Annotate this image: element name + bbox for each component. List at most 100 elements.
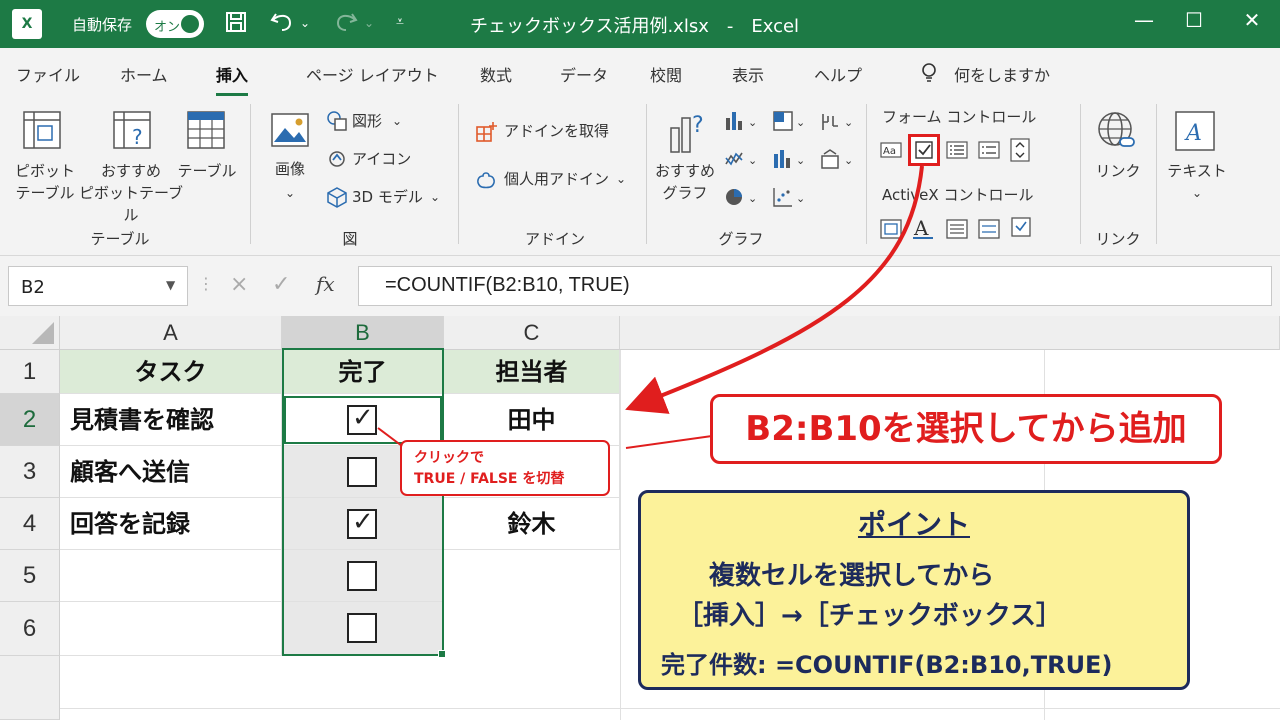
tab-view[interactable]: 表示 [732, 62, 764, 86]
link-globe-icon[interactable] [1096, 110, 1138, 156]
customize-toolbar-icon[interactable]: ⩡ [396, 14, 404, 30]
recommended-pivot-label[interactable]: おすすめ ピボットテーブル [78, 160, 184, 226]
checkbox-b2[interactable]: ✓ [347, 403, 377, 435]
row-header-6[interactable]: 6 [0, 602, 60, 656]
row-header-7[interactable] [0, 656, 60, 720]
redo-icon[interactable] [332, 10, 358, 39]
maximize-icon[interactable]: ☐ [1178, 8, 1210, 32]
recommended-charts-icon[interactable]: ? [668, 110, 710, 158]
text-box-icon[interactable]: A [1174, 110, 1216, 156]
form-spinner-control-icon[interactable] [1010, 138, 1030, 166]
minimize-icon[interactable]: — [1128, 8, 1160, 32]
activex-more-controls-icon[interactable] [1010, 216, 1034, 244]
form-listbox-control-icon[interactable] [946, 140, 968, 164]
activex-listbox-icon[interactable] [946, 218, 968, 244]
cell-a4[interactable]: 回答を記録 [60, 498, 282, 550]
my-addins-label[interactable]: 個人用アドイン [504, 168, 609, 190]
column-header-a[interactable]: A [60, 316, 282, 350]
shapes-label[interactable]: 図形 [352, 110, 382, 132]
tab-help[interactable]: ヘルプ [814, 62, 862, 86]
image-label[interactable]: 画像 [266, 158, 314, 180]
statistic-chart-icon[interactable]: ⌄ [772, 148, 806, 174]
column-header-extra[interactable] [620, 316, 1280, 350]
redo-dropdown-icon[interactable]: ⌄ [364, 16, 374, 30]
cell-c4[interactable]: 鈴木 [444, 498, 620, 550]
cell-a5[interactable] [60, 550, 282, 602]
checkbox-b6[interactable] [347, 613, 377, 643]
tell-me-search[interactable]: 何をしますか [954, 62, 1050, 86]
my-addins-dropdown-icon[interactable]: ⌄ [616, 168, 626, 190]
column-header-b[interactable]: B [282, 316, 444, 350]
column-chart-icon[interactable]: ⌄ [724, 110, 758, 136]
my-addins-icon[interactable] [474, 168, 498, 196]
table-label[interactable]: テーブル [176, 160, 238, 182]
select-all-corner[interactable] [0, 316, 60, 350]
row-header-3[interactable]: 3 [0, 446, 60, 498]
row-header-5[interactable]: 5 [0, 550, 60, 602]
tab-page-layout[interactable]: ページ レイアウト [306, 62, 439, 86]
pie-chart-icon[interactable]: ⌄ [724, 186, 758, 212]
image-icon[interactable] [270, 112, 310, 152]
excel-app-icon[interactable]: X [12, 9, 42, 39]
line-chart-icon[interactable]: ⌄ [724, 148, 758, 174]
lightbulb-icon[interactable] [920, 62, 938, 88]
insert-function-icon[interactable]: fx [316, 272, 335, 296]
icons-icon[interactable] [326, 148, 348, 174]
close-icon[interactable]: ✕ [1236, 8, 1268, 32]
pivot-table-label[interactable]: ピボット テーブル [12, 160, 78, 204]
recommended-pivot-icon[interactable]: ? [112, 110, 152, 154]
checkbox-b5[interactable] [347, 561, 377, 591]
link-label[interactable]: リンク [1094, 160, 1142, 182]
form-checkbox-control-icon[interactable] [908, 134, 940, 170]
undo-dropdown-icon[interactable]: ⌄ [300, 16, 310, 30]
row-header-4[interactable]: 4 [0, 498, 60, 550]
get-addins-icon[interactable] [474, 120, 498, 148]
name-box[interactable]: B2 [8, 266, 188, 306]
tab-file[interactable]: ファイル [16, 62, 80, 86]
form-label-control-icon[interactable]: Aa [880, 140, 902, 164]
activex-button-icon[interactable] [880, 218, 902, 244]
cell-a2[interactable]: 見積書を確認 [60, 394, 282, 446]
3d-model-dropdown-icon[interactable]: ⌄ [430, 186, 440, 208]
cell-c2[interactable]: 田中 [444, 394, 620, 446]
cell-c1[interactable]: 担当者 [444, 350, 620, 394]
tab-review[interactable]: 校閲 [650, 62, 682, 86]
cell-a3[interactable]: 顧客へ送信 [60, 446, 282, 498]
undo-icon[interactable] [270, 10, 296, 39]
tab-data[interactable]: データ [560, 62, 608, 86]
fill-handle[interactable] [438, 650, 446, 658]
shapes-dropdown-icon[interactable]: ⌄ [392, 110, 402, 132]
tab-insert[interactable]: 挿入 [216, 62, 249, 96]
column-header-c[interactable]: C [444, 316, 620, 350]
tab-formulas[interactable]: 数式 [480, 62, 512, 86]
cell-a6[interactable] [60, 602, 282, 656]
get-addins-label[interactable]: アドインを取得 [504, 120, 609, 142]
hierarchy-chart-icon[interactable]: ⌄ [772, 110, 806, 136]
checkbox-b4[interactable]: ✓ [347, 507, 377, 539]
scatter-chart-icon[interactable]: ⌄ [772, 186, 806, 212]
cell-a1[interactable]: タスク [60, 350, 282, 394]
icons-label[interactable]: アイコン [352, 148, 411, 170]
combo-chart-icon[interactable]: ⌄ [820, 148, 854, 174]
tab-home[interactable]: ホーム [120, 62, 168, 86]
row-header-2[interactable]: 2 [0, 394, 60, 446]
form-combobox-control-icon[interactable] [978, 140, 1000, 164]
waterfall-chart-icon[interactable]: ⌄ [820, 110, 854, 136]
shapes-icon[interactable] [326, 110, 348, 136]
checkbox-b3[interactable] [347, 457, 377, 487]
formula-input[interactable]: =COUNTIF(B2:B10, TRUE) [358, 266, 1272, 306]
pivot-table-icon[interactable] [22, 110, 62, 154]
text-dropdown-icon[interactable]: ⌄ [1186, 182, 1208, 204]
table-icon[interactable] [186, 110, 226, 154]
image-dropdown-icon[interactable]: ⌄ [278, 182, 302, 204]
enter-icon[interactable]: ✓ [272, 272, 290, 297]
activex-combobox-icon[interactable] [978, 218, 1000, 244]
3d-model-label[interactable]: 3D モデル [352, 186, 423, 208]
row-header-1[interactable]: 1 [0, 350, 60, 394]
activex-label-icon[interactable]: A [912, 216, 934, 244]
text-label[interactable]: テキスト [1166, 160, 1228, 182]
3d-model-icon[interactable] [326, 186, 348, 212]
autosave-toggle[interactable]: オン [146, 10, 204, 38]
save-icon[interactable] [224, 10, 248, 39]
recommended-charts-label[interactable]: おすすめ グラフ [652, 160, 718, 204]
